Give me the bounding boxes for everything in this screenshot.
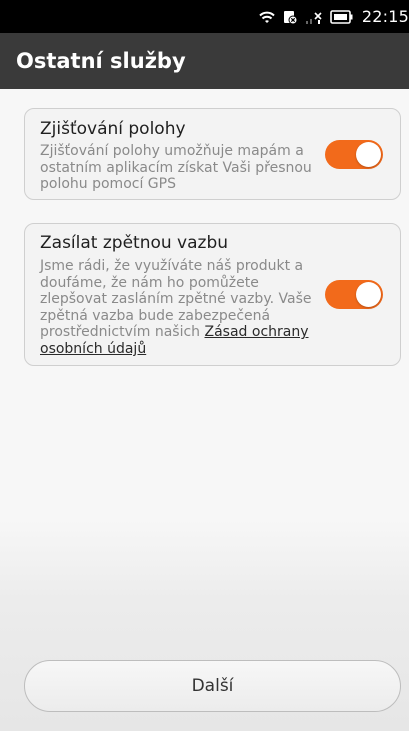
battery-icon	[330, 9, 354, 25]
page-title: Ostatní služby	[16, 49, 186, 73]
signal-off-icon	[304, 9, 324, 25]
no-sim-icon	[282, 9, 298, 25]
status-time: 22:15	[361, 7, 409, 26]
toggle-knob	[356, 142, 381, 167]
feedback-setting-title: Zasílat zpětnou vazbu	[40, 233, 229, 253]
status-bar: 22:15	[0, 0, 409, 33]
title-bar: Ostatní služby	[0, 33, 409, 89]
status-icons: 22:15	[258, 7, 409, 26]
feedback-toggle[interactable]	[325, 280, 383, 309]
location-toggle[interactable]	[325, 140, 383, 169]
location-setting-card: Zjišťování polohy Zjišťování polohy umož…	[24, 108, 401, 200]
wifi-icon	[258, 9, 276, 25]
toggle-knob	[356, 282, 381, 307]
feedback-setting-card: Zasílat zpětnou vazbu Jsme rádi, že využ…	[24, 223, 401, 366]
location-setting-title: Zjišťování polohy	[40, 119, 186, 139]
location-setting-description: Zjišťování polohy umožňuje mapám a ostat…	[40, 143, 312, 193]
feedback-setting-description: Jsme rádi, že využíváte náš produkt a do…	[40, 258, 322, 358]
next-button-label: Další	[191, 676, 234, 696]
next-button[interactable]: Další	[24, 660, 401, 712]
